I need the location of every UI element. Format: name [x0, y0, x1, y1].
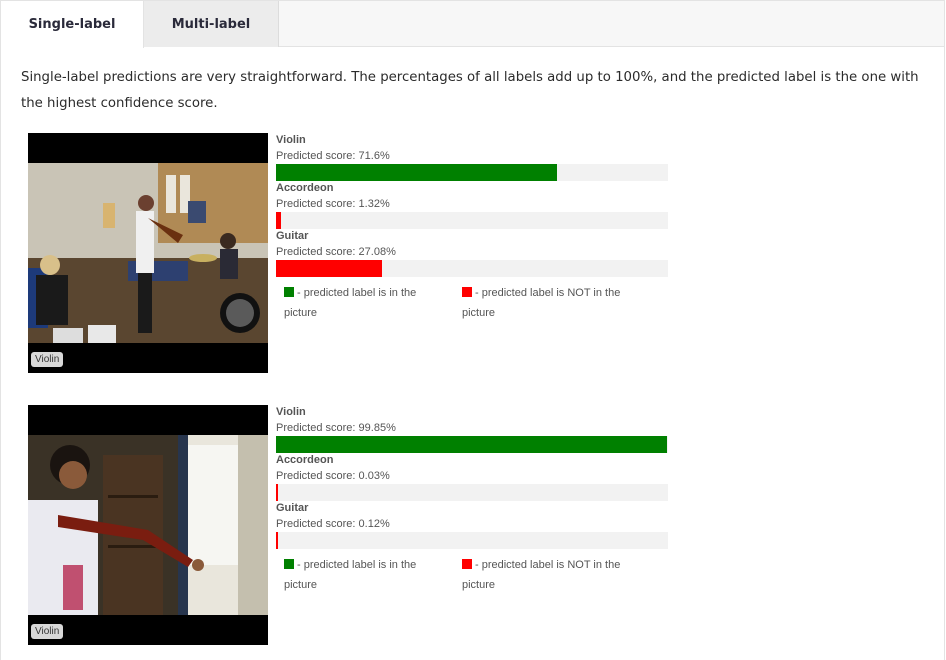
score-bar	[276, 532, 278, 549]
score-bar	[276, 260, 383, 277]
legend-in-picture: - predicted label is in the picture	[284, 281, 444, 321]
score-bar	[276, 484, 278, 501]
score-bar-track	[276, 436, 668, 453]
prediction-row: Guitar Predicted score: 0.12%	[276, 501, 668, 549]
score-bar	[276, 164, 557, 181]
score-bar	[276, 436, 668, 453]
score-bar	[276, 212, 282, 229]
prediction-label: Guitar	[276, 230, 309, 242]
violin-ensemble-photo	[28, 163, 268, 343]
prediction-row: Accordeon Predicted score: 0.03%	[276, 453, 668, 501]
score-bar-track	[276, 164, 668, 181]
legend-not-in-picture-text: - predicted label is NOT in the picture	[462, 287, 621, 319]
example-image: Violin	[28, 133, 268, 373]
legend: - predicted label is in the picture - pr…	[284, 553, 668, 591]
prediction-list: Violin Predicted score: 71.6% Accordeon …	[276, 133, 668, 319]
prediction-row: Violin Predicted score: 99.85%	[276, 405, 668, 453]
legend-not-in-picture-text: - predicted label is NOT in the picture	[462, 559, 621, 591]
prediction-label: Guitar	[276, 502, 309, 514]
prediction-row: Guitar Predicted score: 27.08%	[276, 229, 668, 277]
green-swatch-icon	[284, 287, 294, 297]
tab-bar: Single-label Multi-label	[1, 1, 944, 48]
red-swatch-icon	[462, 287, 472, 297]
red-swatch-icon	[462, 559, 472, 569]
prediction-example: Violin Violin Predicted score: 99.85% Ac…	[28, 405, 688, 645]
prediction-label: Accordeon	[276, 182, 334, 194]
intro-text: Single-label predictions are very straig…	[21, 70, 919, 111]
legend-in-picture-text: - predicted label is in the picture	[284, 287, 417, 319]
tab-multi-label[interactable]: Multi-label	[144, 1, 279, 47]
legend-not-in-picture: - predicted label is NOT in the picture	[462, 281, 622, 321]
prediction-label: Violin	[276, 134, 306, 146]
prediction-example: Violin Violin Predicted score: 71.6% Acc…	[28, 133, 688, 373]
legend-not-in-picture: - predicted label is NOT in the picture	[462, 553, 622, 593]
image-label-badge: Violin	[31, 624, 64, 639]
prediction-score-text: Predicted score: 0.03%	[276, 470, 390, 482]
prediction-score-text: Predicted score: 1.32%	[276, 198, 390, 210]
legend: - predicted label is in the picture - pr…	[284, 281, 668, 319]
prediction-label: Accordeon	[276, 454, 334, 466]
image-label-badge: Violin	[31, 352, 64, 367]
prediction-score-text: Predicted score: 99.85%	[276, 422, 396, 434]
prediction-score-text: Predicted score: 0.12%	[276, 518, 390, 530]
prediction-list: Violin Predicted score: 99.85% Accordeon…	[276, 405, 668, 591]
score-bar-track	[276, 260, 668, 277]
score-bar-track	[276, 212, 668, 229]
tab-panel: Single-label Multi-label Single-label pr…	[0, 0, 945, 660]
prediction-row: Violin Predicted score: 71.6%	[276, 133, 668, 181]
prediction-score-text: Predicted score: 71.6%	[276, 150, 390, 162]
example-image: Violin	[28, 405, 268, 645]
legend-in-picture-text: - predicted label is in the picture	[284, 559, 417, 591]
tab-single-label[interactable]: Single-label	[1, 1, 144, 48]
legend-in-picture: - predicted label is in the picture	[284, 553, 444, 593]
prediction-label: Violin	[276, 406, 306, 418]
score-bar-track	[276, 484, 668, 501]
prediction-score-text: Predicted score: 27.08%	[276, 246, 396, 258]
boy-violin-photo	[28, 435, 268, 615]
green-swatch-icon	[284, 559, 294, 569]
prediction-row: Accordeon Predicted score: 1.32%	[276, 181, 668, 229]
score-bar-track	[276, 532, 668, 549]
